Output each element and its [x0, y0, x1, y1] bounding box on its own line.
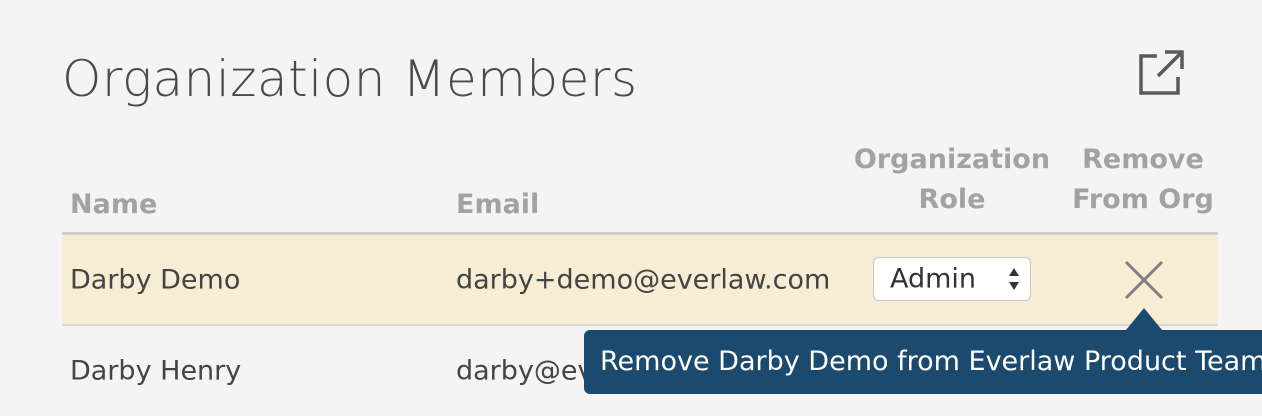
column-header-role-line2: Role [918, 184, 986, 215]
column-header-remove-line2: From Org [1072, 184, 1214, 215]
member-name: Darby Henry [70, 355, 242, 387]
column-header-remove-line1: Remove [1082, 144, 1204, 175]
member-email: darby+demo@everlaw.com [456, 264, 831, 295]
column-header-role: Organization Role [852, 140, 1052, 220]
column-header-name[interactable]: Name [70, 189, 157, 220]
column-header-role-line1: Organization [853, 144, 1051, 175]
role-select-value: Admin [890, 263, 977, 295]
column-header-remove: Remove From Org [1072, 140, 1214, 220]
external-link-icon [1139, 50, 1184, 95]
close-icon[interactable] [1123, 259, 1165, 301]
column-header-email[interactable]: Email [456, 189, 539, 220]
select-arrows-icon [1009, 268, 1019, 290]
page-title: Organization Members [62, 50, 638, 108]
export-button[interactable] [1132, 46, 1190, 100]
table-row: Darby Demo darby+demo@everlaw.com Admin [62, 235, 1218, 326]
role-select[interactable]: Admin [873, 257, 1031, 301]
table-header: Name Email Organization Role Remove From… [62, 142, 1218, 230]
tooltip-arrow [1126, 308, 1162, 330]
member-name: Darby Demo [70, 264, 241, 295]
remove-tooltip: Remove Darby Demo from Everlaw Product T… [584, 330, 1262, 394]
